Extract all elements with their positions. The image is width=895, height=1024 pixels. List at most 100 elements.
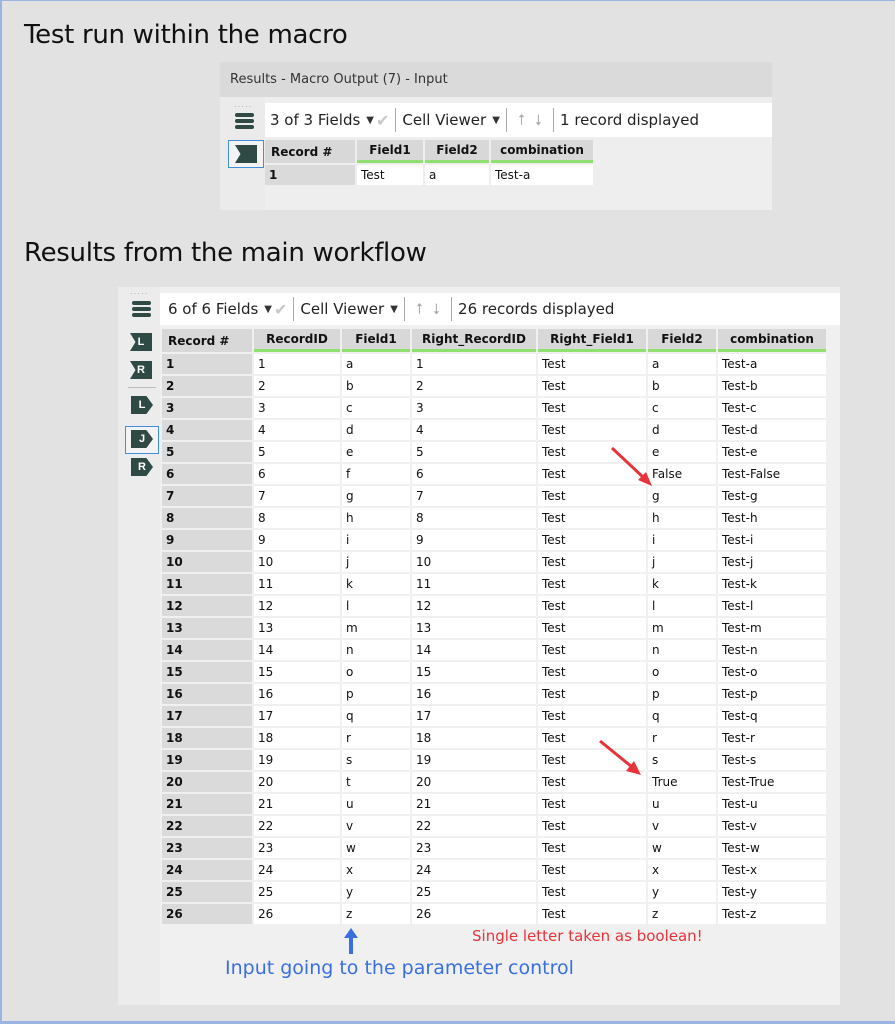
table-row[interactable]: 12 12 l 12 Test l Test-l bbox=[162, 596, 826, 616]
record-number-cell[interactable]: 9 bbox=[162, 530, 252, 550]
table-row[interactable]: 5 5 e 5 Test e Test-e bbox=[162, 442, 826, 462]
table-cell[interactable]: Test bbox=[538, 838, 646, 858]
table-cell[interactable]: Test bbox=[538, 420, 646, 440]
table-cell[interactable]: 13 bbox=[412, 618, 536, 638]
table-cell[interactable]: 23 bbox=[412, 838, 536, 858]
table-cell[interactable]: k bbox=[342, 574, 410, 594]
table-cell[interactable]: Test-r bbox=[718, 728, 826, 748]
chevron-down-icon[interactable]: ▼ bbox=[390, 304, 398, 315]
table-cell[interactable]: n bbox=[342, 640, 410, 660]
sort-down-icon[interactable]: ⭣ bbox=[433, 300, 440, 318]
table-cell[interactable]: 8 bbox=[412, 508, 536, 528]
table-cell[interactable]: 2 bbox=[254, 376, 340, 396]
table-cell[interactable]: 12 bbox=[412, 596, 536, 616]
table-cell[interactable]: Test-h bbox=[718, 508, 826, 528]
table-cell[interactable]: l bbox=[342, 596, 410, 616]
table-cell[interactable]: Test-w bbox=[718, 838, 826, 858]
table-cell[interactable]: e bbox=[648, 442, 716, 462]
record-number-cell[interactable]: 17 bbox=[162, 706, 252, 726]
table-cell[interactable]: 7 bbox=[412, 486, 536, 506]
table-row[interactable]: 25 25 y 25 Test y Test-y bbox=[162, 882, 826, 902]
table-cell[interactable]: 5 bbox=[412, 442, 536, 462]
table-cell[interactable]: Test-u bbox=[718, 794, 826, 814]
table-cell[interactable]: Test-l bbox=[718, 596, 826, 616]
table-cell[interactable]: Test-o bbox=[718, 662, 826, 682]
table-cell[interactable]: Test-a bbox=[718, 354, 826, 374]
table-cell[interactable]: z bbox=[342, 904, 410, 924]
column-header[interactable]: Record # bbox=[162, 329, 252, 352]
record-number-cell[interactable]: 22 bbox=[162, 816, 252, 836]
table-cell[interactable]: Test bbox=[538, 662, 646, 682]
table-cell[interactable]: Test-i bbox=[718, 530, 826, 550]
table-cell[interactable]: s bbox=[648, 750, 716, 770]
table-cell[interactable]: Test-s bbox=[718, 750, 826, 770]
table-cell[interactable]: Test bbox=[357, 165, 423, 185]
table-cell[interactable]: Test-z bbox=[718, 904, 826, 924]
left-output-anchor-icon[interactable]: L bbox=[131, 396, 153, 414]
table-cell[interactable]: c bbox=[648, 398, 716, 418]
table-cell[interactable]: e bbox=[342, 442, 410, 462]
table-row[interactable]: 6 6 f 6 Test False Test-False bbox=[162, 464, 826, 484]
table-cell[interactable]: 2 bbox=[412, 376, 536, 396]
table-cell[interactable]: b bbox=[342, 376, 410, 396]
table-cell[interactable]: h bbox=[648, 508, 716, 528]
table-cell[interactable]: 4 bbox=[254, 420, 340, 440]
sort-down-icon[interactable]: ⭣ bbox=[535, 111, 542, 129]
cell-viewer-selector[interactable]: Cell Viewer bbox=[300, 300, 384, 318]
table-cell[interactable]: Test bbox=[538, 508, 646, 528]
table-row[interactable]: 8 8 h 8 Test h Test-h bbox=[162, 508, 826, 528]
table-cell[interactable]: 6 bbox=[254, 464, 340, 484]
record-number-cell[interactable]: 19 bbox=[162, 750, 252, 770]
table-cell[interactable]: i bbox=[648, 530, 716, 550]
table-row[interactable]: 4 4 d 4 Test d Test-d bbox=[162, 420, 826, 440]
table-row[interactable]: 2 2 b 2 Test b Test-b bbox=[162, 376, 826, 396]
record-number-cell[interactable]: 5 bbox=[162, 442, 252, 462]
table-cell[interactable]: b bbox=[648, 376, 716, 396]
table-cell[interactable]: 14 bbox=[412, 640, 536, 660]
table-cell[interactable]: 20 bbox=[412, 772, 536, 792]
column-header[interactable]: Field2 bbox=[425, 140, 489, 163]
table-cell[interactable]: Test-q bbox=[718, 706, 826, 726]
record-number-cell[interactable]: 26 bbox=[162, 904, 252, 924]
table-cell[interactable]: 11 bbox=[412, 574, 536, 594]
table-cell[interactable]: Test-p bbox=[718, 684, 826, 704]
table-cell[interactable]: c bbox=[342, 398, 410, 418]
column-header[interactable]: RecordID bbox=[254, 329, 340, 352]
record-number-cell[interactable]: 6 bbox=[162, 464, 252, 484]
table-cell[interactable]: Test-g bbox=[718, 486, 826, 506]
sort-up-icon[interactable]: ⭡ bbox=[416, 300, 423, 318]
record-number-cell[interactable]: 12 bbox=[162, 596, 252, 616]
table-cell[interactable]: 10 bbox=[254, 552, 340, 572]
table-row[interactable]: 20 20 t 20 Test True Test-True bbox=[162, 772, 826, 792]
table-cell[interactable]: Test-n bbox=[718, 640, 826, 660]
record-number-cell[interactable]: 4 bbox=[162, 420, 252, 440]
table-cell[interactable]: y bbox=[648, 882, 716, 902]
table-row[interactable]: 16 16 p 16 Test p Test-p bbox=[162, 684, 826, 704]
table-cell[interactable]: a bbox=[648, 354, 716, 374]
table-cell[interactable]: 16 bbox=[412, 684, 536, 704]
record-number-cell[interactable]: 8 bbox=[162, 508, 252, 528]
table-cell[interactable]: 24 bbox=[254, 860, 340, 880]
table-cell[interactable]: Test-b bbox=[718, 376, 826, 396]
anchor-selected[interactable]: J bbox=[125, 426, 159, 454]
table-cell[interactable]: j bbox=[648, 552, 716, 572]
table-row[interactable]: 18 18 r 18 Test r Test-r bbox=[162, 728, 826, 748]
table-cell[interactable]: 23 bbox=[254, 838, 340, 858]
column-header[interactable]: combination bbox=[491, 140, 593, 163]
table-cell[interactable]: 26 bbox=[254, 904, 340, 924]
table-cell[interactable]: x bbox=[342, 860, 410, 880]
record-number-cell[interactable]: 14 bbox=[162, 640, 252, 660]
drag-grip-icon[interactable]: ····· bbox=[130, 289, 148, 298]
table-cell[interactable]: o bbox=[648, 662, 716, 682]
table-cell[interactable]: 3 bbox=[412, 398, 536, 418]
column-header[interactable]: Record # bbox=[265, 140, 355, 163]
table-cell[interactable]: 20 bbox=[254, 772, 340, 792]
table-cell[interactable]: Test-False bbox=[718, 464, 826, 484]
table-cell[interactable]: Test bbox=[538, 794, 646, 814]
table-row[interactable]: 19 19 s 19 Test s Test-s bbox=[162, 750, 826, 770]
table-cell[interactable]: 22 bbox=[412, 816, 536, 836]
table-row[interactable]: 10 10 j 10 Test j Test-j bbox=[162, 552, 826, 572]
table-cell[interactable]: 9 bbox=[412, 530, 536, 550]
left-input-anchor-icon[interactable]: L bbox=[130, 333, 152, 351]
table-cell[interactable]: r bbox=[342, 728, 410, 748]
